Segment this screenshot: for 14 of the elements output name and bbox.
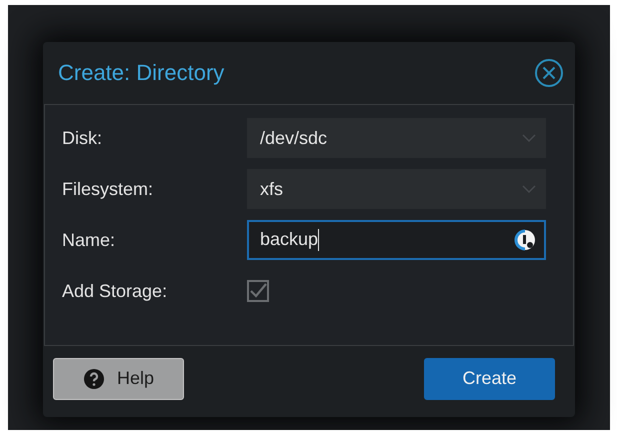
field-label: Add Storage: bbox=[62, 280, 168, 302]
field-label: Disk: bbox=[62, 128, 103, 148]
input-field[interactable]: backup bbox=[247, 220, 546, 260]
chevron-down-icon bbox=[522, 185, 536, 193]
dialog-title: Create: Directory bbox=[58, 60, 224, 86]
dropdown-field[interactable]: xfs bbox=[247, 169, 546, 209]
chevron-down-icon bbox=[522, 134, 536, 142]
create-button[interactable]: Create bbox=[424, 358, 555, 400]
help-icon bbox=[82, 368, 105, 390]
field-label: Name: bbox=[62, 230, 116, 250]
help-button[interactable]: Help bbox=[53, 358, 184, 400]
dropdown-field[interactable]: /dev/sdc bbox=[247, 118, 546, 158]
close-icon[interactable] bbox=[534, 58, 564, 88]
field-label: Filesystem: bbox=[62, 178, 154, 200]
